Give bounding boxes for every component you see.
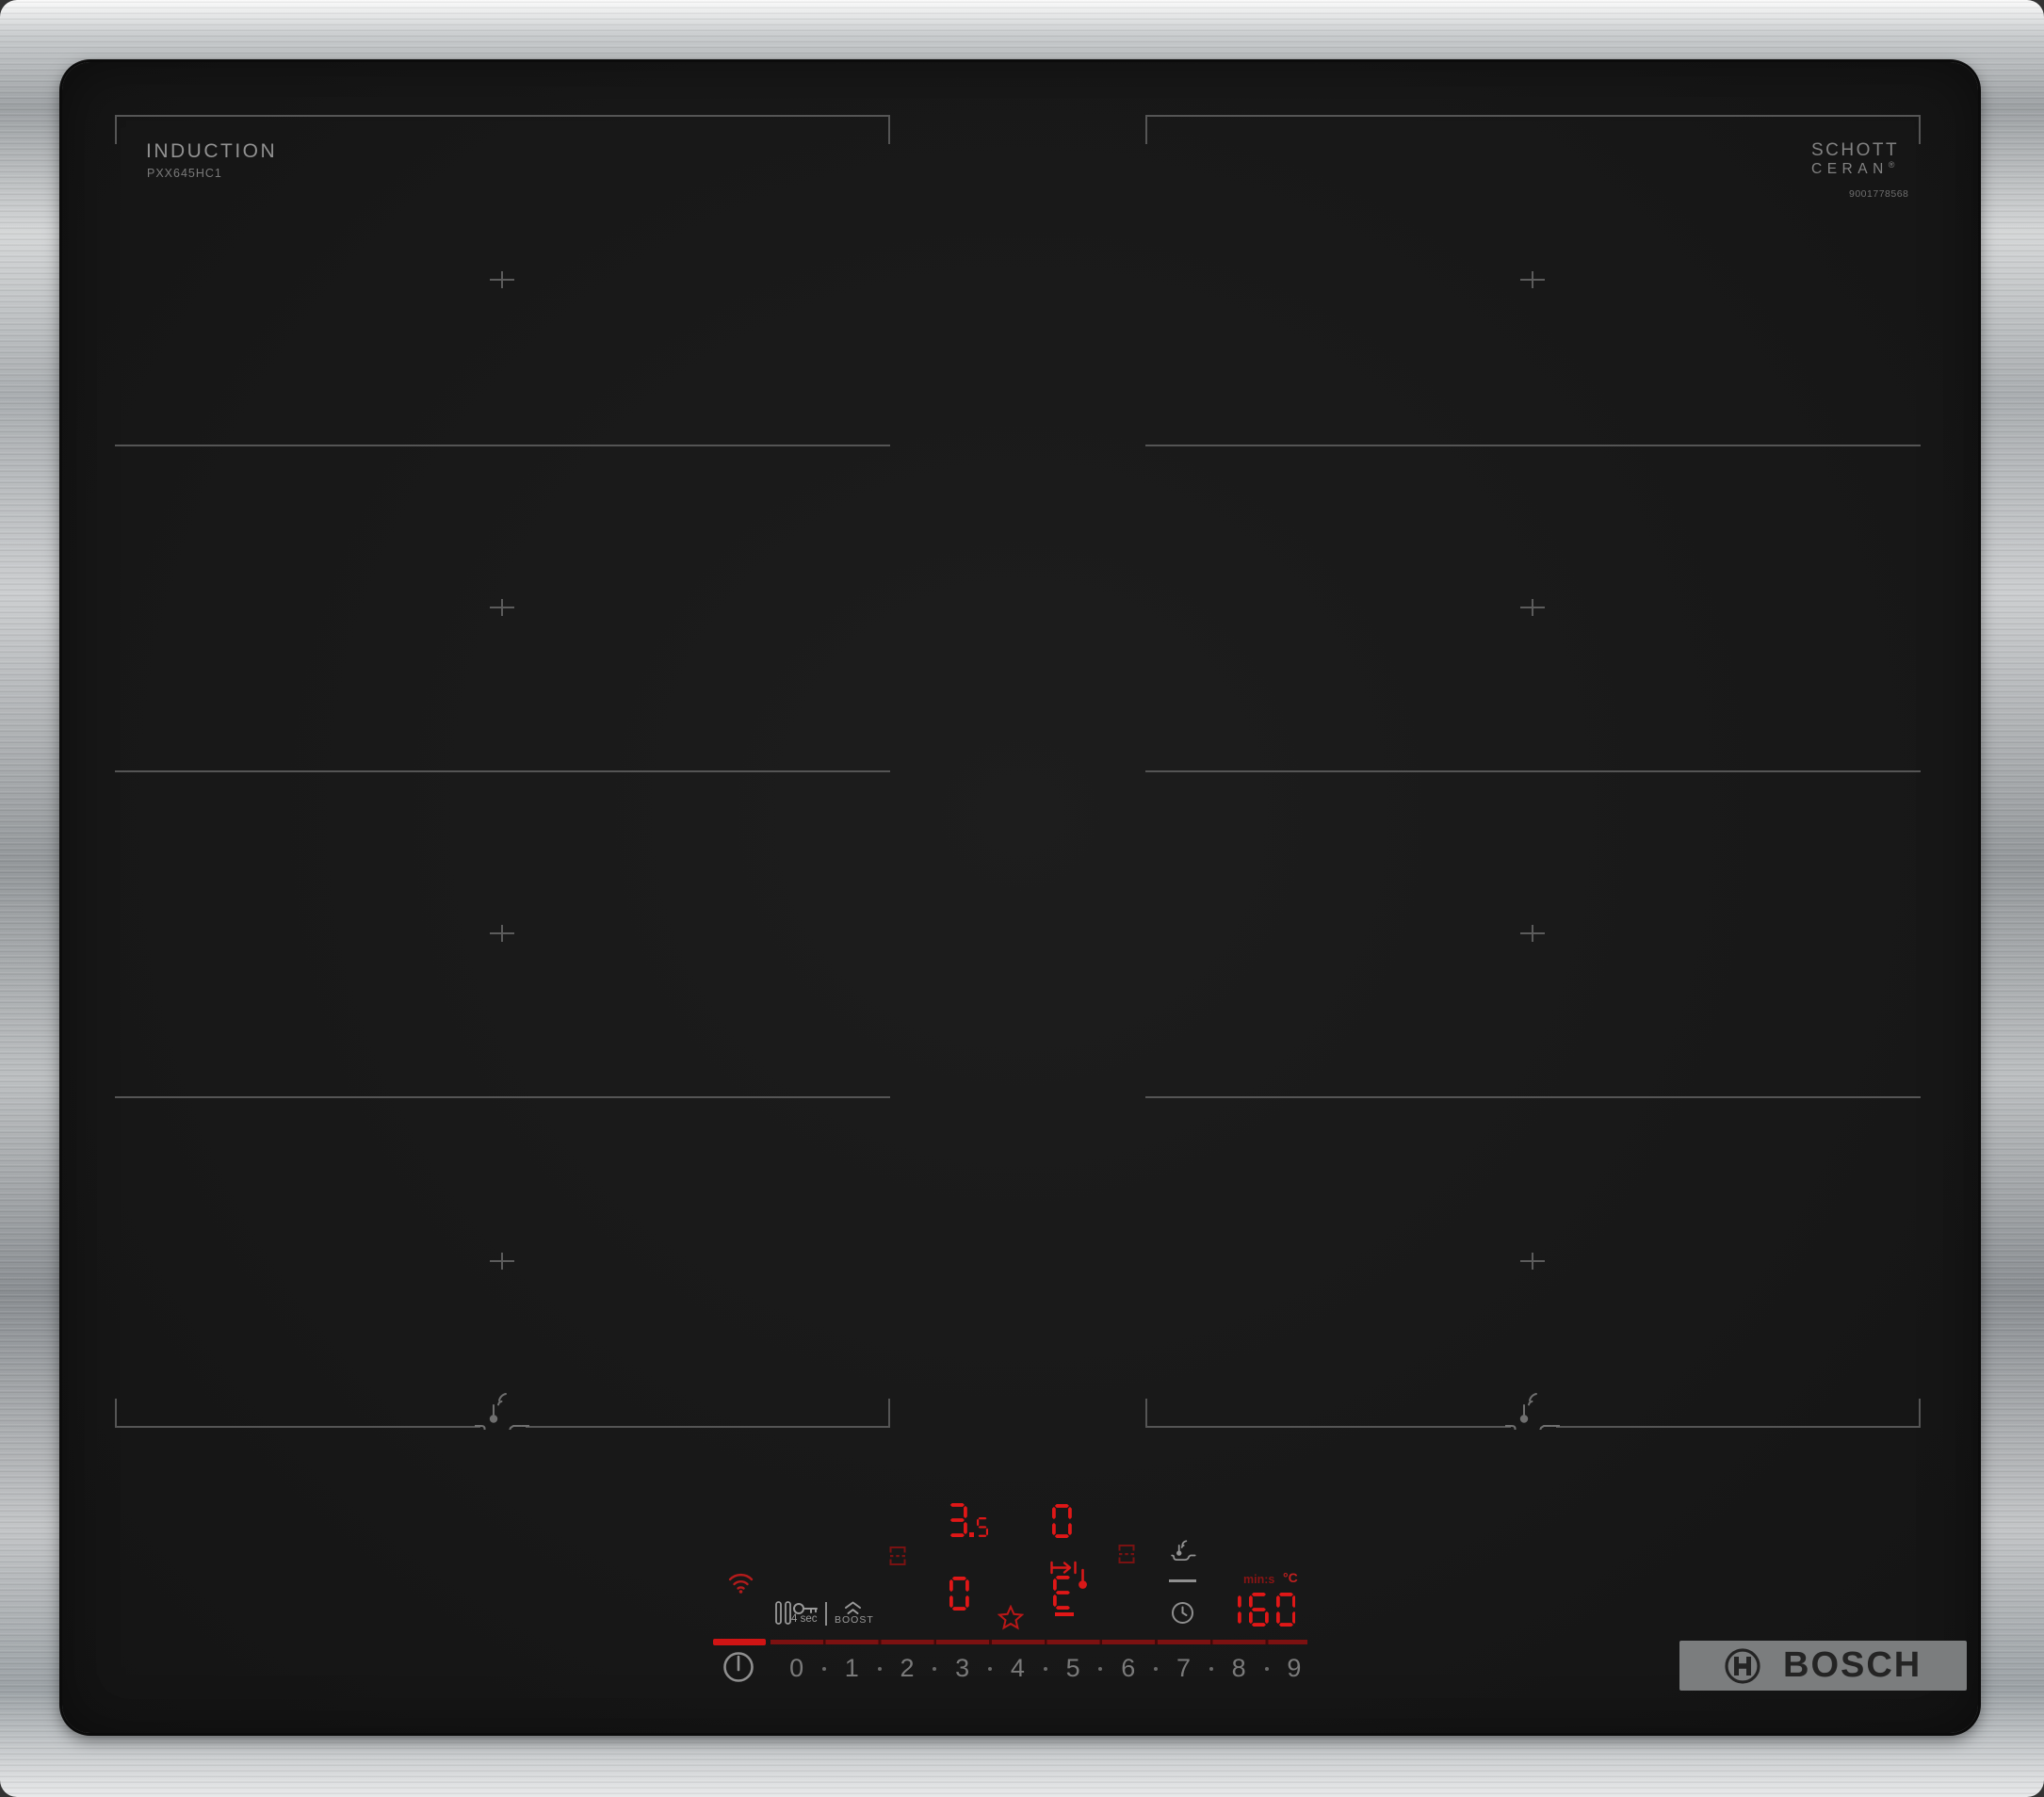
panel-divider [825, 1602, 827, 1626]
sensor-level-line [1169, 1579, 1196, 1582]
slider-active-segment[interactable] [713, 1639, 766, 1645]
level-key-4[interactable]: 4 [1011, 1654, 1025, 1683]
zone-separator-line [1145, 1096, 1921, 1098]
pot-center-mark [1532, 1253, 1533, 1270]
frying-sensor-icon [1505, 1393, 1560, 1430]
zone-display-right-bottom[interactable] [1053, 1576, 1073, 1610]
move-pan-arrow-icon [1050, 1561, 1077, 1575]
pot-center-mark [501, 1253, 503, 1270]
level-dot [1043, 1667, 1047, 1671]
level-dot [988, 1667, 993, 1671]
zone-outline-bottom-right [1145, 1426, 1511, 1428]
level-key-2[interactable]: 2 [900, 1654, 914, 1683]
zone-outline-tick [888, 1399, 890, 1428]
model-number-label: PXX645HC1 [147, 167, 222, 180]
level-key-7[interactable]: 7 [1176, 1654, 1191, 1683]
stainless-frame: INDUCTION PXX645HC1 SCHOTT CERAN® 900177… [0, 0, 2044, 1797]
zone-outline-top-right [1145, 115, 1921, 117]
pot-center-mark [501, 599, 503, 616]
level-dot [821, 1667, 826, 1671]
pot-center-mark [1532, 271, 1533, 288]
zone-outline-tick [1145, 1399, 1147, 1428]
zone-outline-bottom-left [115, 1426, 480, 1428]
level-key-8[interactable]: 8 [1232, 1654, 1246, 1683]
zone-outline-tick [1145, 115, 1147, 144]
level-key-3[interactable]: 3 [955, 1654, 969, 1683]
level-dot [1154, 1667, 1159, 1671]
zone-outline-bottom-left [526, 1426, 890, 1428]
zone-bridge-icon [889, 1546, 906, 1565]
zone-outline-tick [115, 1399, 117, 1428]
key-lock-hold-label: 4 sec [791, 1613, 818, 1625]
registered-mark: ® [1888, 159, 1895, 170]
zone-separator-line [115, 770, 890, 772]
bosch-wordmark: BOSCH [1783, 1645, 1922, 1685]
timer-unit-time: min:s [1243, 1573, 1275, 1586]
level-dot [1098, 1667, 1103, 1671]
induction-print-label: INDUCTION [146, 140, 278, 162]
favorite-star-icon[interactable] [998, 1605, 1024, 1630]
boost-chevrons-icon[interactable] [844, 1601, 862, 1615]
level-dot [877, 1667, 882, 1671]
boost-label: BOOST [835, 1614, 874, 1626]
glass-serial-number: 9001778568 [1849, 188, 1909, 200]
zone-outline-tick [1919, 115, 1921, 144]
level-dot [1209, 1667, 1213, 1671]
timer-display [1222, 1593, 1296, 1627]
bosch-logo-band: BOSCH [1679, 1641, 1967, 1691]
pot-center-mark [501, 271, 503, 288]
zone-separator-line [115, 1096, 890, 1098]
zone-display-left-bottom[interactable] [949, 1577, 969, 1611]
zone-outline-tick [1919, 1399, 1921, 1428]
level-dot [1264, 1667, 1269, 1671]
level-key-0[interactable]: 0 [789, 1654, 803, 1683]
zone-separator-line [1145, 770, 1921, 772]
power-level-scale[interactable]: 0 1 2 3 4 5 6 7 8 9 [688, 1654, 1347, 1686]
level-key-6[interactable]: 6 [1121, 1654, 1135, 1683]
zone-bridge-icon [1118, 1545, 1135, 1563]
zone-display-left-top[interactable] [948, 1503, 988, 1537]
pause-icon[interactable] [775, 1601, 791, 1625]
ceramic-glass-surface [62, 62, 1978, 1733]
zone-separator-line [115, 445, 890, 446]
zone-display-right-top[interactable] [1052, 1504, 1072, 1538]
pot-center-mark [1532, 599, 1533, 616]
timer-clock-icon[interactable] [1171, 1601, 1194, 1625]
level-key-5[interactable]: 5 [1066, 1654, 1080, 1683]
bosch-armature-icon [1725, 1647, 1760, 1684]
zone-outline-tick [888, 115, 890, 144]
timer-unit-temp: °C [1283, 1570, 1298, 1585]
level-key-9[interactable]: 9 [1287, 1654, 1301, 1683]
frying-sensor-icon [475, 1393, 529, 1430]
pot-center-mark [1532, 925, 1533, 942]
segment-underline [1055, 1612, 1074, 1616]
zone-outline-top-left [115, 115, 890, 117]
zone-outline-bottom-right [1556, 1426, 1921, 1428]
schott-word: SCHOTT [1811, 140, 1900, 160]
wifi-icon [728, 1573, 754, 1594]
frying-sensor-icon [1171, 1540, 1196, 1562]
ceran-word: CERAN [1811, 161, 1889, 178]
zone-outline-tick [115, 115, 117, 144]
level-key-1[interactable]: 1 [845, 1654, 859, 1683]
zone-separator-line [1145, 445, 1921, 446]
power-level-slider-track[interactable] [771, 1640, 1307, 1644]
schott-ceran-logo: SCHOTT CERAN® [1811, 140, 1900, 178]
thermometer-icon [1079, 1568, 1087, 1589]
level-dot [933, 1667, 937, 1671]
pot-center-mark [501, 925, 503, 942]
